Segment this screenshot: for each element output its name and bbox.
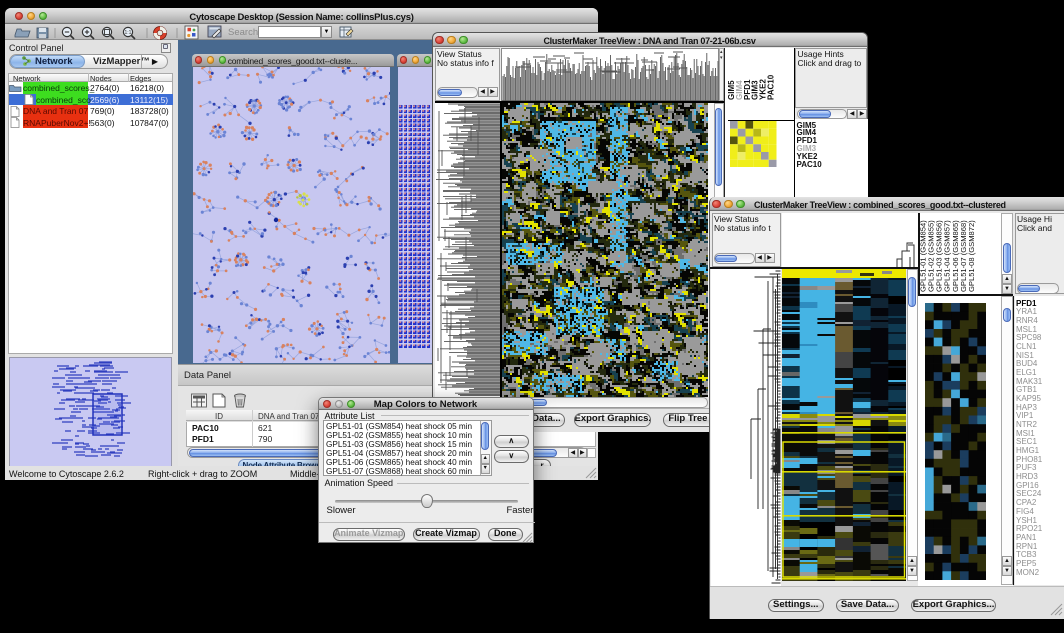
svg-text:PAC10: PAC10 — [767, 74, 776, 100]
svg-text:1:1: 1:1 — [125, 30, 132, 36]
svg-text:GPL51-08 (GSM872): GPL51-08 (GSM872) — [966, 219, 975, 291]
